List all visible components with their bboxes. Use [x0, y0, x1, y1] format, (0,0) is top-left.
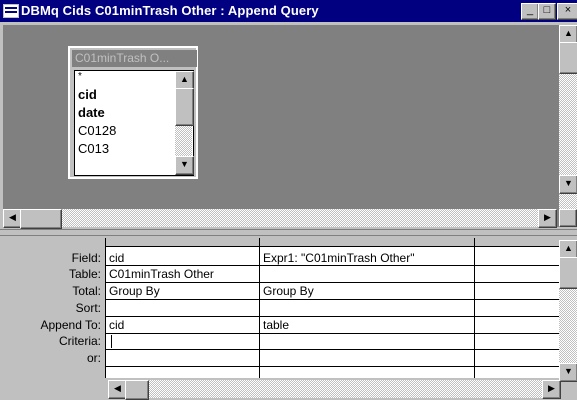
scroll-down-icon[interactable]: ▼	[559, 175, 577, 194]
cell-total-1[interactable]: Group By	[106, 284, 259, 298]
field-item-c013[interactable]: C013	[78, 141, 109, 156]
text-cursor	[111, 335, 112, 348]
restore-icon: □	[543, 4, 551, 16]
row-label-field: Field:	[71, 251, 101, 265]
row-label-table: Table:	[68, 267, 101, 281]
scroll-thumb[interactable]	[125, 380, 149, 400]
scroll-down-icon[interactable]: ▼	[559, 363, 577, 382]
cell-field-1[interactable]: cid	[106, 251, 259, 265]
table-pane-horizontal-scrollbar[interactable]: ◀ ▶	[3, 209, 557, 229]
scroll-right-icon[interactable]: ▶	[542, 380, 561, 399]
scroll-thumb[interactable]	[20, 209, 62, 229]
field-list-window[interactable]: C01minTrash O... * cid date C0128 C013 ▲…	[67, 45, 199, 180]
cell-field-2[interactable]: Expr1: "C01minTrash Other"	[260, 251, 474, 265]
grid-vertical-scrollbar[interactable]: ▲ ▼	[559, 240, 577, 382]
pane-splitter[interactable]	[0, 229, 577, 236]
scroll-right-icon[interactable]: ▶	[538, 209, 557, 228]
field-item-date[interactable]: date	[78, 105, 105, 120]
table-pane-vertical-scrollbar[interactable]: ▲ ▼	[559, 25, 577, 209]
row-label-total: Total:	[72, 284, 101, 298]
close-button[interactable]: ×	[557, 3, 577, 20]
minimize-icon: _	[526, 4, 534, 16]
scroll-thumb[interactable]	[175, 88, 194, 126]
field-item-all[interactable]: *	[78, 71, 82, 82]
row-label-criteria: Criteria:	[58, 334, 101, 348]
close-icon: ×	[564, 4, 572, 16]
minimize-button[interactable]: _	[521, 3, 539, 20]
field-list[interactable]: * cid date C0128 C013 ▲ ▼	[74, 70, 194, 176]
cell-append-to-2[interactable]: table	[260, 318, 474, 332]
field-item-cid[interactable]: cid	[78, 87, 97, 102]
scrollbar-corner	[559, 209, 577, 227]
grid-horizontal-scrollbar[interactable]: ◀ ▶	[108, 380, 561, 400]
cell-table-1[interactable]: C01minTrash Other	[106, 267, 259, 281]
cell-total-2[interactable]: Group By	[260, 284, 474, 298]
scroll-thumb[interactable]	[559, 42, 577, 74]
window-title: DBMq Cids C01minTrash Other : Append Que…	[21, 3, 319, 18]
field-list-title[interactable]: C01minTrash O...	[72, 50, 197, 67]
scroll-down-icon[interactable]: ▼	[175, 156, 194, 175]
restore-button[interactable]: □	[538, 3, 556, 20]
column-selector-bar[interactable]	[105, 238, 559, 247]
row-label-append-to: Append To:	[40, 318, 102, 332]
title-bar[interactable]: DBMq Cids C01minTrash Other : Append Que…	[0, 0, 577, 22]
cell-append-to-1[interactable]: cid	[106, 318, 259, 332]
query-window-icon[interactable]	[3, 4, 19, 18]
cell-criteria-1[interactable]	[106, 334, 259, 349]
field-list-scrollbar[interactable]: ▲ ▼	[175, 71, 194, 175]
row-label-or: or:	[86, 351, 101, 365]
scroll-thumb[interactable]	[559, 257, 577, 289]
row-label-sort: Sort:	[75, 301, 101, 315]
field-item-c0128[interactable]: C0128	[78, 123, 116, 138]
design-grid[interactable]: Field: Table: Total: Sort: Append To: Cr…	[3, 238, 559, 398]
